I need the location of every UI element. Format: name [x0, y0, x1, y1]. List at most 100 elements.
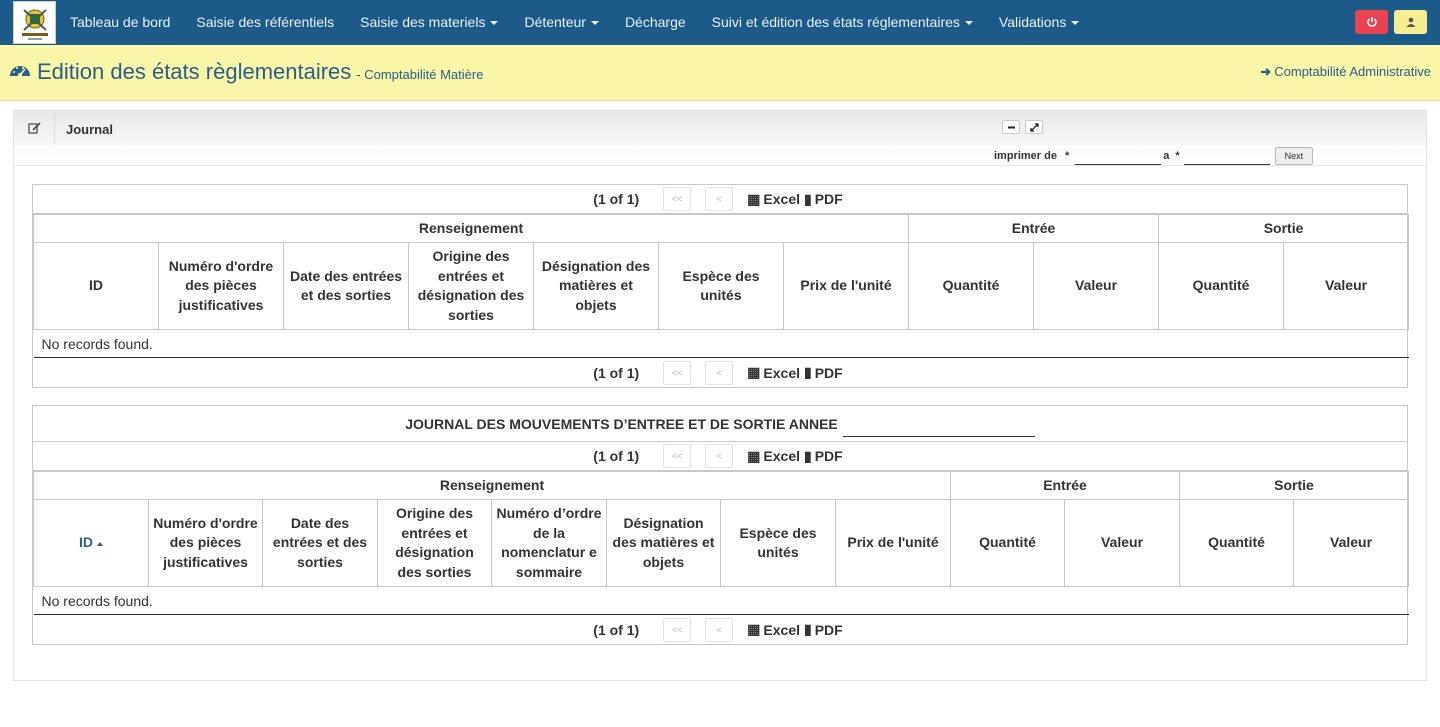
- data-table: Renseignement Entrée Sortie ID Numéro d'…: [32, 214, 1410, 358]
- required-star: *: [1064, 150, 1070, 162]
- nav-label: Suivi et édition des états réglementaire…: [711, 14, 960, 30]
- col-date[interactable]: Date des entrées et des sorties: [262, 499, 378, 587]
- col-numero-ordre[interactable]: Numéro d'ordre des pièces justificatives: [148, 499, 263, 587]
- export-excel-button[interactable]: ▦ Excel: [747, 621, 800, 638]
- caret-down-icon: [490, 21, 499, 26]
- paginator-bottom: (1 of 1) << < ▦ Excel ▮ PDF: [33, 358, 1407, 387]
- app-logo[interactable]: [13, 1, 56, 44]
- export-excel-button[interactable]: ▦ Excel: [747, 364, 800, 381]
- table-icon: ▦: [747, 190, 761, 207]
- export-pdf-label: PDF: [814, 448, 843, 464]
- print-from-input[interactable]: [1075, 147, 1162, 165]
- nav-label: Validations: [998, 14, 1067, 30]
- col-numero-nomenclature[interactable]: Numéro d’ordre de la nomenclatur e somma…: [491, 499, 607, 587]
- logout-button[interactable]: [1355, 10, 1388, 34]
- col-sortie-valeur[interactable]: Valeur: [1283, 242, 1410, 330]
- table-icon: ▦: [747, 364, 761, 380]
- col-entree-quantite[interactable]: Quantité: [950, 499, 1065, 587]
- col-designation[interactable]: Désignation des matières et objets: [606, 499, 721, 587]
- print-to-input[interactable]: [1183, 147, 1270, 165]
- col-prix[interactable]: Prix de l'unité: [835, 499, 951, 587]
- table-icon: ▦: [747, 447, 761, 464]
- collapse-button[interactable]: [1002, 120, 1020, 134]
- nav-decharge[interactable]: Décharge: [612, 0, 699, 45]
- export-pdf-button[interactable]: ▮ PDF: [804, 448, 843, 465]
- col-entree-quantite[interactable]: Quantité: [908, 242, 1035, 330]
- first-page-button[interactable]: <<: [663, 444, 692, 468]
- export-pdf-label: PDF: [814, 364, 843, 381]
- nav-label: Décharge: [624, 14, 686, 30]
- emblem-icon: [21, 8, 48, 40]
- page-header: Edition des états règlementaires - Compt…: [0, 45, 1440, 101]
- export-pdf-button[interactable]: ▮ PDF: [804, 191, 843, 208]
- col-espece[interactable]: Espèce des unités: [720, 499, 836, 587]
- file-icon: ▮: [804, 621, 812, 637]
- year-field[interactable]: [842, 423, 1035, 437]
- col-espece[interactable]: Espèce des unités: [658, 242, 784, 330]
- paginator-top: (1 of 1) << < ▦ Excel ▮ PDF: [33, 442, 1407, 471]
- sort-asc-icon: [97, 541, 103, 546]
- first-page-button[interactable]: <<: [663, 617, 692, 642]
- col-origine[interactable]: Origine des entrées et désignation des s…: [408, 242, 534, 330]
- export-excel-button[interactable]: ▦ Excel: [747, 191, 800, 208]
- caret-down-icon: [590, 21, 599, 26]
- paginator-top: (1 of 1) << < ▦ Excel ▮ PDF: [33, 185, 1407, 214]
- prev-page-icon: <: [716, 367, 722, 378]
- prev-page-button[interactable]: <: [705, 187, 734, 211]
- export-pdf-button[interactable]: ▮ PDF: [804, 621, 843, 638]
- col-id[interactable]: ID: [33, 242, 159, 330]
- journal-table-2: JOURNAL DES MOUVEMENTS D’ENTREE ET DE SO…: [32, 405, 1410, 645]
- page-subtitle: - Comptabilité Matière: [356, 67, 484, 82]
- prev-page-icon: <: [716, 194, 722, 204]
- comptabilite-administrative-link[interactable]: ➜ Comptabilité Administrative: [1260, 64, 1431, 80]
- prev-page-button[interactable]: <: [705, 360, 734, 385]
- col-sortie-quantite[interactable]: Quantité: [1179, 499, 1295, 587]
- journal-table-1: (1 of 1) << < ▦ Excel ▮ PDF Renseignement …: [32, 184, 1410, 388]
- nav-saisie-referentiels[interactable]: Saisie des référentiels: [183, 0, 347, 45]
- file-icon: ▮: [804, 447, 812, 464]
- nav-tableau-de-bord[interactable]: Tableau de bord: [57, 0, 183, 45]
- prev-page-button[interactable]: <: [705, 444, 734, 468]
- page-title: Edition des états règlementaires: [37, 59, 352, 84]
- nav-saisie-materiels[interactable]: Saisie des materiels: [347, 0, 511, 45]
- col-origine[interactable]: Origine des entrées et désignation des s…: [377, 499, 492, 587]
- data-table: Renseignement Entrée Sortie ID Numéro d'…: [33, 471, 1410, 615]
- col-numero-ordre[interactable]: Numéro d'ordre des pièces justificatives: [158, 242, 284, 330]
- first-page-icon: <<: [671, 624, 683, 635]
- first-page-button[interactable]: <<: [663, 360, 692, 385]
- edit-button[interactable]: [14, 111, 55, 145]
- page-count: (1 of 1): [593, 448, 640, 464]
- col-sortie-quantite[interactable]: Quantité: [1158, 242, 1285, 330]
- dashboard-icon: [10, 66, 30, 77]
- col-designation[interactable]: Désignation des matières et objets: [533, 242, 659, 330]
- col-prix[interactable]: Prix de l'unité: [782, 242, 910, 330]
- export-excel-button[interactable]: ▦ Excel: [747, 448, 800, 465]
- col-id-sortable[interactable]: ID: [33, 499, 149, 587]
- table-caption: JOURNAL DES MOUVEMENTS D’ENTREE ET DE SO…: [33, 406, 1407, 442]
- export-pdf-button[interactable]: ▮ PDF: [804, 364, 843, 381]
- col-entree-valeur[interactable]: Valeur: [1033, 242, 1160, 330]
- nav-suivi-edition[interactable]: Suivi et édition des états réglementaire…: [699, 0, 986, 45]
- caption-text: JOURNAL DES MOUVEMENTS D’ENTREE ET DE SO…: [405, 415, 838, 432]
- group-renseignement: Renseignement: [33, 471, 951, 500]
- col-entree-valeur[interactable]: Valeur: [1063, 499, 1181, 587]
- nav-detenteur[interactable]: Détenteur: [511, 0, 611, 45]
- first-page-icon: <<: [671, 194, 683, 204]
- export-pdf-label: PDF: [814, 621, 843, 638]
- nav-validations[interactable]: Validations: [986, 0, 1092, 45]
- arrow-right-icon: ➜: [1260, 64, 1272, 79]
- panel-title: Journal: [66, 122, 113, 137]
- table-icon: ▦: [747, 621, 761, 637]
- fullscreen-button[interactable]: [1025, 120, 1043, 134]
- col-sortie-valeur[interactable]: Valeur: [1293, 499, 1410, 587]
- col-id-label: ID: [79, 534, 93, 551]
- nav-label: Saisie des référentiels: [196, 14, 335, 30]
- first-page-button[interactable]: <<: [663, 187, 692, 211]
- admin-link-label: Comptabilité Administrative: [1274, 64, 1431, 79]
- next-button[interactable]: Next: [1274, 147, 1314, 165]
- col-date[interactable]: Date des entrées et des sorties: [283, 242, 409, 330]
- export-excel-label: Excel: [763, 191, 800, 207]
- prev-page-button[interactable]: <: [705, 617, 734, 642]
- user-button[interactable]: [1394, 10, 1427, 34]
- group-sortie: Sortie: [1179, 471, 1410, 500]
